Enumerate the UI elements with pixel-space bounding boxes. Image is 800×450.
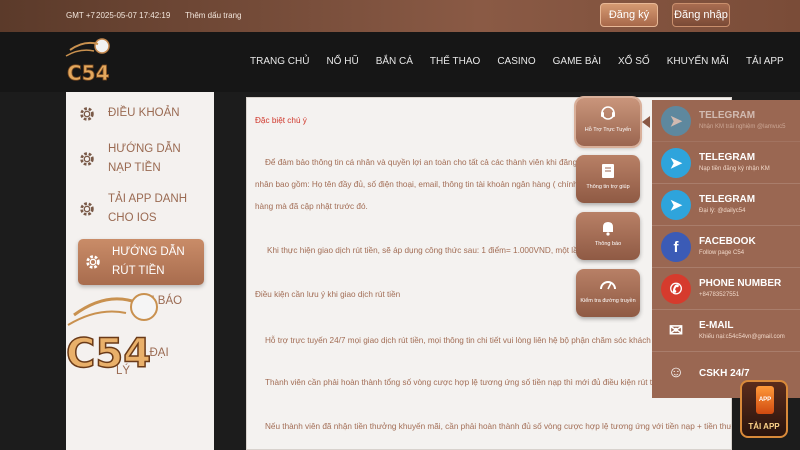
sidebar-item-label: ĐIỀU KHOẢN [108,107,180,119]
contact-phone[interactable]: ✆ PHONE NUMBER +84783527551 [652,268,800,310]
mail-icon: ✉ [668,321,684,340]
condition-2: Thành viên cần phải hoàn thành tổng số v… [265,378,663,387]
sidebar-item-deposit-guide[interactable]: HƯỚNG DẪN NẠP TIỀN [78,140,206,178]
nav-fishing[interactable]: BẮN CÁ [376,56,413,67]
timezone-label: GMT +7 [66,11,95,20]
nav-download-app[interactable]: TẢI APP [746,56,784,67]
phone-icon: ✆ [661,274,691,304]
nav-lottery[interactable]: XỔ SỐ [618,56,650,67]
sidebar-item-ios-app[interactable]: TẢI APP DANH CHO IOS [78,190,206,228]
sidebar-item-label: TẢI APP DANH CHO IOS [108,193,188,224]
nav-card-games[interactable]: GAME BÀI [553,56,601,67]
online-support-button[interactable]: Hỗ Trợ Trực Tuyến [574,96,642,148]
notice-heading: Đặc biệt chú ý [255,116,307,125]
sidebar: ĐIỀU KHOẢN HƯỚNG DẪN NẠP TIỀN TẢI APP DAN… [66,92,214,450]
c54-watermark-logo: C54 [65,293,158,377]
contact-email[interactable]: ✉ E-MAIL Khiếu nại:c54c54vn@gmail.com [652,310,800,352]
telegram-icon: ➤ [661,148,691,178]
contact-telegram-trial[interactable]: ➤ TELEGRAM Nhận KM trải nghiệm @lamvuc5 [652,100,800,142]
nav-casino[interactable]: CASINO [497,56,535,67]
support-label: Thông báo [594,241,622,247]
contact-panel: ➤ TELEGRAM Nhận KM trải nghiệm @lamvuc5 … [652,100,800,398]
bookmark-link[interactable]: Thêm dấu trang [185,11,241,20]
register-button[interactable]: Đăng ký [600,3,658,27]
agent-icon: ☺ [667,364,685,381]
connection-check-button[interactable]: Kiểm tra đường truyền [576,269,640,317]
download-app-label: TẢI APP [748,422,780,431]
headset-icon [601,106,615,120]
conditions-heading: Điều kiện cần lưu ý khi giao dịch rút ti… [255,290,401,299]
nav-home[interactable]: TRANG CHỦ [250,56,309,67]
main-header: C54 TRANG CHỦ NỔ HŨ BẮN CÁ THỂ THAO CASI… [0,32,800,92]
contact-facebook[interactable]: f FACEBOOK Follow page C54 [652,226,800,268]
contact-telegram-deposit[interactable]: ➤ TELEGRAM Nạp tiền đăng ký nhận KM [652,142,800,184]
nav-promotions[interactable]: KHUYẾN MÃI [667,56,729,67]
support-label: Hỗ Trợ Trực Tuyến [584,127,632,133]
gear-icon [86,255,100,269]
download-app-button[interactable]: APP TẢI APP [740,380,788,438]
support-label: Thông tin trợ giúp [586,184,630,190]
main-nav: TRANG CHỦ NỔ HŨ BẮN CÁ THỂ THAO CASINO G… [250,56,800,67]
panel-pointer [642,116,650,128]
gear-icon [80,152,94,166]
paragraph-1-line-3: hàng mà đã cập nhật trước đó. [255,202,368,211]
sidebar-item-terms[interactable]: ĐIỀU KHOẢN [78,104,206,123]
telegram-icon: ➤ [661,106,691,136]
phone-app-icon: APP [756,386,774,414]
telegram-icon: ➤ [661,190,691,220]
svg-text:C54: C54 [66,331,151,377]
login-button[interactable]: Đăng nhập [672,3,730,27]
paragraph-2: Khi thực hiện giao dịch rút tiền, sẽ áp … [267,246,596,255]
help-info-button[interactable]: Thông tin trợ giúp [576,155,640,203]
notification-button[interactable]: Thông báo [576,212,640,260]
sidebar-item-label: HƯỚNG DẪN RÚT TIỀN [112,246,185,277]
c54-logo[interactable]: C54 [64,36,114,88]
facebook-icon: f [661,232,691,262]
condition-3: Nếu thành viên đã nhận tiền thưởng khuyế… [265,422,732,431]
nav-sports[interactable]: THỂ THAO [430,56,480,67]
contact-telegram-agent[interactable]: ➤ TELEGRAM Đại lý: @dailyc54 [652,184,800,226]
paragraph-1-line-2: nhân bao gồm: Họ tên đầy đủ, số điện tho… [255,180,594,189]
datetime-label: 2025-05-07 17:42:19 [96,11,171,20]
top-bar: GMT +7 2025-05-07 17:42:19 Thêm dấu tran… [0,0,800,32]
sidebar-item-withdraw-guide[interactable]: HƯỚNG DẪN RÚT TIỀN [78,239,204,285]
condition-1: Hỗ trợ trực tuyến 24/7 mọi giao dịch rút… [265,336,672,345]
paragraph-1-line-1: Để đảm bảo thông tin cá nhân và quyền lợ… [265,158,597,167]
svg-text:C54: C54 [67,61,110,85]
gear-icon [80,202,94,216]
gear-icon [80,106,94,121]
sidebar-item-label: HƯỚNG DẪN NẠP TIỀN [108,143,181,174]
speedometer-icon [600,281,616,290]
bell-icon [603,222,613,236]
book-icon [602,164,614,178]
support-label: Kiểm tra đường truyền [580,298,636,304]
nav-slots[interactable]: NỔ HŨ [326,56,358,67]
